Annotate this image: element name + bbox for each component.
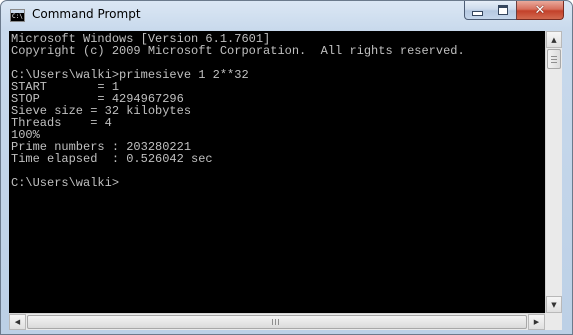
horizontal-scrollbar[interactable]: ◀ ▶ — [9, 313, 545, 330]
console-output[interactable]: Microsoft Windows [Version 6.1.7601] Copy… — [9, 31, 545, 313]
window-title: Command Prompt — [32, 7, 141, 21]
close-icon: ✕ — [534, 2, 546, 18]
console-line: Time elapsed : 0.526042 sec — [11, 152, 213, 166]
maximize-icon — [498, 5, 508, 15]
cmd-icon-text: C:\ — [12, 13, 23, 20]
chevron-down-icon: ▼ — [551, 300, 557, 309]
maximize-button[interactable] — [490, 1, 517, 20]
vertical-scrollbar[interactable]: ▲ ▼ — [545, 31, 562, 313]
scroll-left-button[interactable]: ◀ — [9, 314, 26, 330]
scroll-up-button[interactable]: ▲ — [546, 31, 562, 48]
console-line: Copyright (c) 2009 Microsoft Corporation… — [11, 44, 465, 58]
minimize-icon — [472, 11, 483, 16]
chevron-left-icon: ◀ — [14, 318, 21, 326]
scroll-right-button[interactable]: ▶ — [528, 314, 545, 330]
cmd-icon[interactable]: C:\ — [10, 9, 25, 22]
command-prompt-window: C:\ Command Prompt ✕ Microsoft Windows [… — [0, 0, 573, 335]
title-bar[interactable]: C:\ Command Prompt ✕ — [1, 1, 572, 31]
scrollbar-corner — [545, 313, 562, 330]
chevron-up-icon: ▲ — [551, 35, 557, 44]
console-line: Threads = 4 — [11, 116, 112, 130]
close-button[interactable]: ✕ — [516, 1, 564, 20]
vertical-scroll-thumb[interactable] — [547, 49, 561, 69]
horizontal-scroll-thumb[interactable] — [27, 315, 527, 329]
console-text: Microsoft Windows [Version 6.1.7601] Copy… — [9, 31, 545, 189]
chevron-right-icon: ▶ — [533, 318, 540, 326]
console-line: C:\Users\walki> — [11, 176, 120, 190]
minimize-button[interactable] — [464, 1, 491, 20]
scroll-down-button[interactable]: ▼ — [546, 296, 562, 313]
